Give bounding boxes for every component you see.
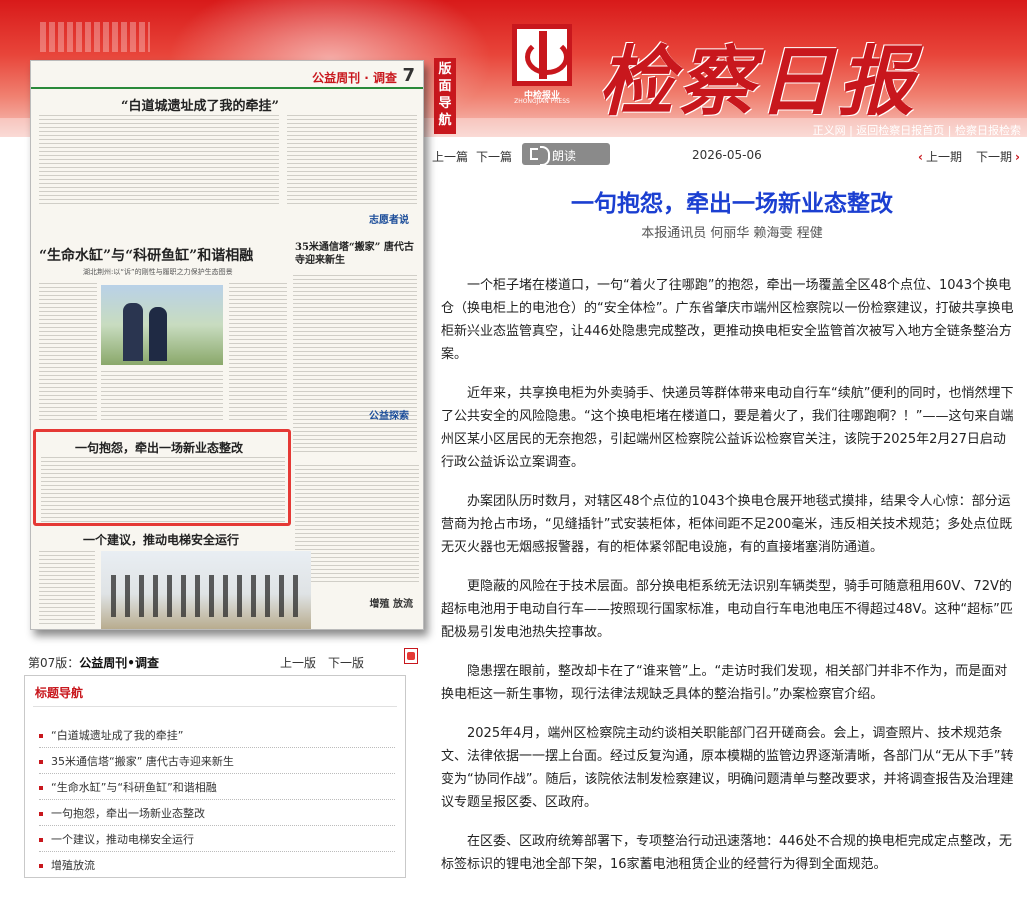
np-weekly-title: 公益周刊 · 调查: [312, 71, 397, 85]
np-text-block: [101, 371, 223, 423]
np-text-block: [287, 115, 417, 207]
chevron-right-icon: ›: [1015, 150, 1020, 164]
bullet-icon: [39, 786, 43, 790]
toc-item[interactable]: 一句抱怨，牵出一场新业态整改: [39, 800, 395, 826]
link-search[interactable]: 检察日报检索: [955, 124, 1021, 137]
toc-title: 标题导航: [35, 686, 84, 700]
article-paragraph: 在区委、区政府统筹部署下，专项整治行动迅速落地：446处不合规的换电柜完成定点整…: [441, 834, 1012, 872]
next-issue-link[interactable]: 下一期 ›: [976, 148, 1020, 165]
banner-skyline-graphic: [40, 22, 150, 52]
prev-issue-label: 上一期: [925, 150, 962, 164]
speaker-icon: [530, 146, 550, 166]
np-photo-ceremony: [101, 551, 311, 629]
article-title: 一句抱怨，牵出一场新业态整改: [571, 191, 893, 217]
section-label-name: 公益周刊•调查: [79, 656, 159, 670]
article-paragraph: 2025年4月，端州区检察院主动约谈相关职能部门召开磋商会。会上，调查照片、技术…: [441, 726, 1014, 810]
section-guide-tag: 版面导航: [434, 58, 456, 134]
link-home[interactable]: 返回检察日报首页: [856, 124, 944, 137]
article-paragraph: 办案团队历时数月，对辖区48个点位的1043个换电仓展开地毯式摸排，结果令人心惊…: [441, 494, 1013, 555]
np-photo-crowd: [111, 575, 301, 617]
paper-name-title: 检察日报: [598, 37, 918, 126]
np-headline-left-sub: 湖北荆州:以“诉”的刚性与履职之力保护生态图景: [83, 268, 233, 276]
read-aloud-label: 朗读: [552, 149, 577, 163]
np-text-block: [293, 275, 417, 455]
toc-item[interactable]: “生命水缸”与“科研鱼缸”和谐相融: [39, 774, 395, 800]
np-photo-officers: [101, 285, 223, 365]
bullet-icon: [39, 760, 43, 764]
next-article-link[interactable]: 下一篇: [476, 148, 512, 165]
np-photo-figure: [149, 307, 167, 361]
article-paragraph: 更隐蔽的风险在于技术层面。部分换电柜系统无法识别车辆类型，骑手可随意租用60V、…: [441, 579, 1013, 640]
np-headline-bottom[interactable]: 一个建议，推动电梯安全运行: [83, 531, 239, 548]
np-column-explore: 公益探索: [369, 411, 409, 422]
current-article-highlight[interactable]: [33, 429, 291, 526]
bullet-icon: [39, 864, 43, 868]
article-body: 一个柜子堵在楼道口，一句“着火了往哪跑”的抱怨，牵出一场覆盖全区48个点位、10…: [441, 274, 1017, 892]
section-label-prefix: 第07版：: [28, 656, 80, 670]
prev-issue-link[interactable]: ‹ 上一期: [918, 148, 962, 165]
section-nav: 第07版：公益周刊•调查 上一版 下一版: [28, 648, 428, 671]
prev-page-link[interactable]: 上一版: [280, 654, 316, 671]
press-logo-icon: [512, 24, 572, 86]
article-paragraph: 近年来，共享换电柜为外卖骑手、快递员等群体带来电动自行车“续航”便利的同时，也悄…: [441, 386, 1014, 470]
np-page-number: 7: [402, 65, 415, 86]
np-photo-figure: [123, 303, 143, 361]
toc-item[interactable]: 35米通信塔“搬家” 唐代古寺迎来新生: [39, 748, 395, 774]
np-headline-left[interactable]: “生命水缸”与“科研鱼缸”和谐相融: [39, 245, 253, 265]
np-header: 公益周刊 · 调查 7: [31, 61, 423, 89]
np-text-block: [229, 283, 287, 423]
toc-divider: [33, 706, 397, 707]
toc-item[interactable]: 一个建议，推动电梯安全运行: [39, 826, 395, 852]
np-text-block: [295, 465, 419, 585]
newspaper-page-image[interactable]: 公益周刊 · 调查 7 “白道城遗址成了我的牵挂” 志愿者说 “生命水缸”与“科…: [30, 60, 424, 630]
article-nav: 上一篇 下一篇 朗读 2026-05-06 ‹ 上一期 下一期 ›: [432, 143, 1022, 166]
bullet-icon: [39, 838, 43, 842]
next-issue-label: 下一期: [976, 150, 1013, 164]
title-navigation: 标题导航 “白道城遗址成了我的牵挂” 35米通信塔“搬家” 唐代古寺迎来新生 “…: [24, 675, 406, 878]
bullet-icon: [39, 734, 43, 738]
read-aloud-button[interactable]: 朗读: [522, 143, 610, 166]
toc-item-label: 一句抱怨，牵出一场新业态整改: [51, 807, 205, 820]
toc-item[interactable]: “白道城遗址成了我的牵挂”: [39, 722, 395, 748]
bullet-icon: [39, 812, 43, 816]
np-text-block: [39, 115, 279, 207]
section-label: 第07版：公益周刊•调查: [28, 654, 159, 671]
np-bottom-right-title[interactable]: 增殖 放流: [370, 599, 413, 611]
press-logo[interactable]: 中检报业 ZHONGJIAN PRESS: [506, 24, 578, 106]
toc-item-label: “生命水缸”与“科研鱼缸”和谐相融: [51, 781, 217, 794]
np-text-block: [39, 283, 97, 423]
toc-list: “白道城遗址成了我的牵挂” 35米通信塔“搬家” 唐代古寺迎来新生 “生命水缸”…: [39, 722, 395, 878]
toc-item-label: 35米通信塔“搬家” 唐代古寺迎来新生: [51, 755, 234, 768]
prev-article-link[interactable]: 上一篇: [432, 148, 468, 165]
article-paragraph: 一个柜子堵在楼道口，一句“着火了往哪跑”的抱怨，牵出一场覆盖全区48个点位、10…: [441, 278, 1014, 362]
link-justice-net[interactable]: 正义网: [813, 124, 846, 137]
chevron-left-icon: ‹: [918, 150, 923, 164]
issue-date: 2026-05-06: [692, 148, 762, 162]
top-links: 正义网 | 返回检察日报首页 | 检察日报检索: [812, 124, 1021, 137]
article-author: 本报通讯员 何丽华 赖海雯 程健: [641, 226, 823, 241]
np-quote-title[interactable]: “白道城遗址成了我的牵挂”: [121, 95, 279, 114]
press-logo-en: ZHONGJIAN PRESS: [514, 98, 570, 105]
np-text-block: [39, 551, 95, 627]
pdf-download-icon[interactable]: [404, 648, 418, 664]
next-page-link[interactable]: 下一版: [328, 654, 364, 671]
toc-item-label: 一个建议，推动电梯安全运行: [51, 833, 194, 846]
toc-item-label: “白道城遗址成了我的牵挂”: [51, 729, 184, 742]
np-column-volunteer: 志愿者说: [369, 215, 409, 226]
article-paragraph: 隐患摆在眼前，整改却卡在了“谁来管”上。“走访时我们发现，相关部门并非不作为，而…: [441, 664, 1008, 702]
toc-item[interactable]: 增殖放流: [39, 852, 395, 878]
np-headline-right[interactable]: 35米通信塔“搬家” 唐代古寺迎来新生: [295, 241, 419, 267]
np-header-small-text: [39, 67, 41, 85]
toc-item-label: 增殖放流: [51, 859, 95, 872]
